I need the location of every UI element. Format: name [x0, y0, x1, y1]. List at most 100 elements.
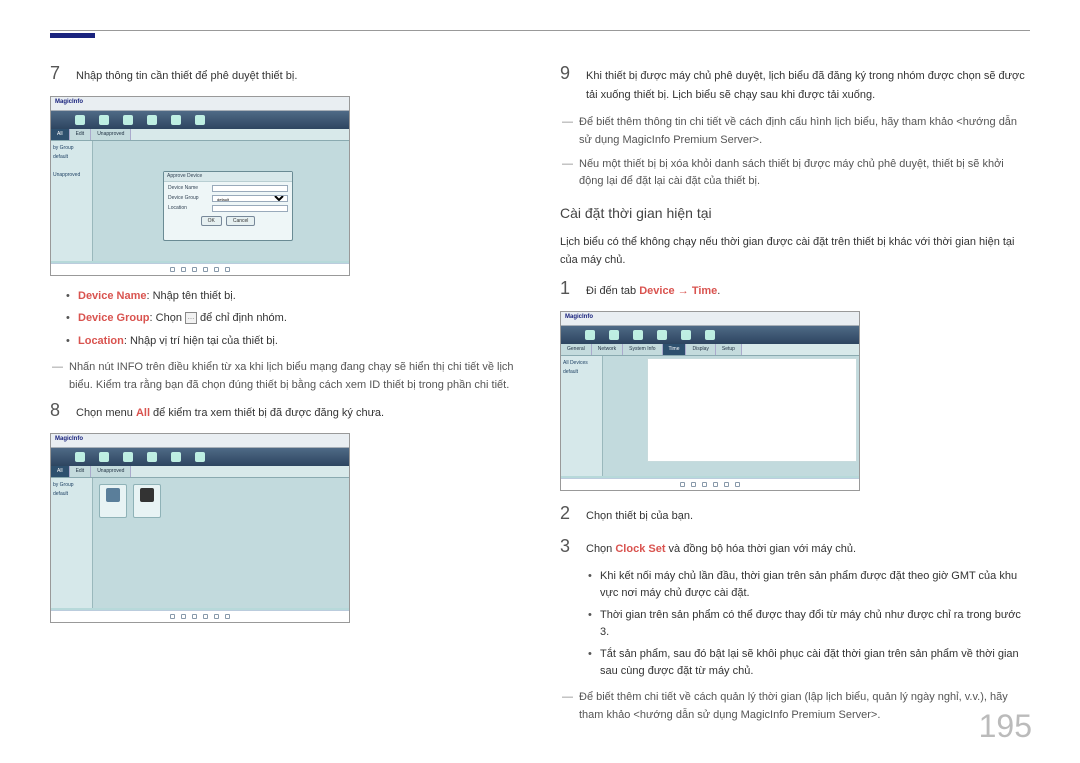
ss-tab: Edit — [70, 129, 92, 140]
field-label: Device Group — [168, 195, 208, 201]
field-label: Device Name — [168, 185, 208, 191]
footer-icon — [691, 482, 696, 487]
footer-icon — [702, 482, 707, 487]
text: . — [717, 285, 720, 297]
ss-main — [603, 356, 859, 476]
footer-icon — [225, 614, 230, 619]
step-number: 9 — [560, 63, 576, 104]
ok-button[interactable]: OK — [201, 216, 222, 226]
ss-brand: MagicInfo — [565, 314, 593, 320]
nav-icon — [171, 452, 181, 462]
ss-brand: MagicInfo — [55, 436, 83, 442]
location-input[interactable] — [212, 205, 288, 212]
device-cards — [93, 478, 349, 524]
nav-icon — [75, 115, 85, 125]
dash-icon: ― — [562, 114, 573, 149]
nav-icon — [633, 330, 643, 340]
footer-icon — [203, 267, 208, 272]
sub-intro: Lịch biểu có thể không chạy nếu thời gia… — [560, 229, 1030, 270]
top-rule — [50, 30, 1030, 31]
ss-tab: All — [51, 466, 70, 477]
device-icon — [140, 488, 154, 502]
nav-icon — [585, 330, 595, 340]
nav-icon — [657, 330, 667, 340]
label: Device Group — [78, 312, 150, 324]
ss-main: Approve Device Device Name Device Groupd… — [93, 141, 349, 261]
step-text: Chọn thiết bị của bạn. — [586, 503, 693, 526]
nav-icon — [123, 115, 133, 125]
em: Clock Set — [615, 543, 665, 555]
ss-tab: All — [51, 129, 70, 140]
nav-icon — [99, 452, 109, 462]
dash-icon: ― — [562, 689, 573, 724]
ss-tabs: General Network System Info Time Display… — [561, 344, 859, 356]
text: Chọn — [586, 543, 615, 555]
nav-icon — [171, 115, 181, 125]
ss-sidebar: All Devicesdefault — [561, 356, 603, 476]
cancel-button[interactable]: Cancel — [226, 216, 256, 226]
dash-icon: ― — [52, 359, 63, 394]
ss-footer — [51, 610, 349, 622]
em: Device — [639, 285, 674, 297]
screenshot-approve-device: MagicInfo All Edit Unapproved by Groupde… — [50, 96, 350, 276]
nav-icon — [195, 115, 205, 125]
footer-icon — [170, 267, 175, 272]
step-text: Chọn Clock Set và đồng bộ hóa thời gian … — [586, 536, 856, 559]
page-number: 195 — [979, 708, 1032, 745]
step-number: 8 — [50, 400, 66, 423]
ss-navbar — [51, 448, 349, 466]
device-card — [133, 484, 161, 518]
text: và đồng bộ hóa thời gian với máy chủ. — [666, 543, 857, 555]
device-name-input[interactable] — [212, 185, 288, 192]
nav-icon — [75, 452, 85, 462]
footer-icon — [225, 267, 230, 272]
text: : Nhập tên thiết bị. — [147, 290, 236, 302]
note-text: Để biết thêm thông tin chi tiết về cách … — [579, 114, 1030, 149]
ss-footer — [561, 478, 859, 490]
nav-icon — [147, 452, 157, 462]
screenshot-device-time: MagicInfo General Network System Info Ti… — [560, 311, 860, 491]
bullet-device-name: Device Name: Nhập tên thiết bị. — [68, 288, 520, 305]
left-column: 7 Nhập thông tin cần thiết để phê duyệt … — [50, 63, 520, 730]
ss-tab: Display — [686, 344, 715, 355]
bullet: Tắt sản phẩm, sau đó bật lại sẽ khôi phụ… — [590, 646, 1030, 679]
ss-titlebar: MagicInfo — [561, 312, 859, 326]
note-config: ― Để biết thêm thông tin chi tiết về các… — [562, 114, 1030, 149]
time-step-2: 2 Chọn thiết bị của bạn. — [560, 503, 1030, 526]
nav-icon — [681, 330, 691, 340]
bullet-location: Location: Nhập vị trí hiện tại của thiết… — [68, 333, 520, 350]
dash-icon: ― — [562, 156, 573, 191]
bullet: Thời gian trên sản phẩm có thể được thay… — [590, 607, 1030, 640]
step-7: 7 Nhập thông tin cần thiết để phê duyệt … — [50, 63, 520, 86]
step-8: 8 Chọn menu All để kiểm tra xem thiết bị… — [50, 400, 520, 423]
step-number: 3 — [560, 536, 576, 559]
footer-icon — [214, 267, 219, 272]
ss-tab: Unapproved — [91, 129, 131, 140]
step-text: Khi thiết bị được máy chủ phê duyệt, lịc… — [586, 63, 1030, 104]
nav-icon — [99, 115, 109, 125]
time-bullets: Khi kết nối máy chủ lần đầu, thời gian t… — [590, 568, 1030, 679]
subheading-time: Cài đặt thời gian hiện tại — [560, 205, 1030, 221]
footer-icon — [181, 614, 186, 619]
step-text: Chọn menu All để kiểm tra xem thiết bị đ… — [76, 400, 384, 423]
device-card — [99, 484, 127, 518]
info-note: ― Nhấn nút INFO trên điều khiển từ xa kh… — [52, 359, 520, 394]
nav-icon — [609, 330, 619, 340]
ss-tabs: All Edit Unapproved — [51, 466, 349, 478]
ss-tab: Edit — [70, 466, 92, 477]
time-panel — [647, 358, 857, 462]
arrow: → — [675, 285, 692, 297]
nav-icon — [705, 330, 715, 340]
ss-titlebar: MagicInfo — [51, 434, 349, 448]
ss-sidebar: by Groupdefault — [51, 478, 93, 608]
screenshot-all-devices: MagicInfo All Edit Unapproved by Groupde… — [50, 433, 350, 623]
note-removed: ― Nếu một thiết bị bị xóa khỏi danh sách… — [562, 156, 1030, 191]
footer-icon — [170, 614, 175, 619]
two-column-layout: 7 Nhập thông tin cần thiết để phê duyệt … — [50, 63, 1030, 730]
note-text: Nhấn nút INFO trên điều khiển từ xa khi … — [69, 359, 520, 394]
step-number: 1 — [560, 278, 576, 301]
device-group-select[interactable]: default — [212, 195, 288, 202]
ss-tab: Setup — [716, 344, 742, 355]
note-text: Nếu một thiết bị bị xóa khỏi danh sách t… — [579, 156, 1030, 191]
group-chip-icon: … — [185, 312, 197, 324]
